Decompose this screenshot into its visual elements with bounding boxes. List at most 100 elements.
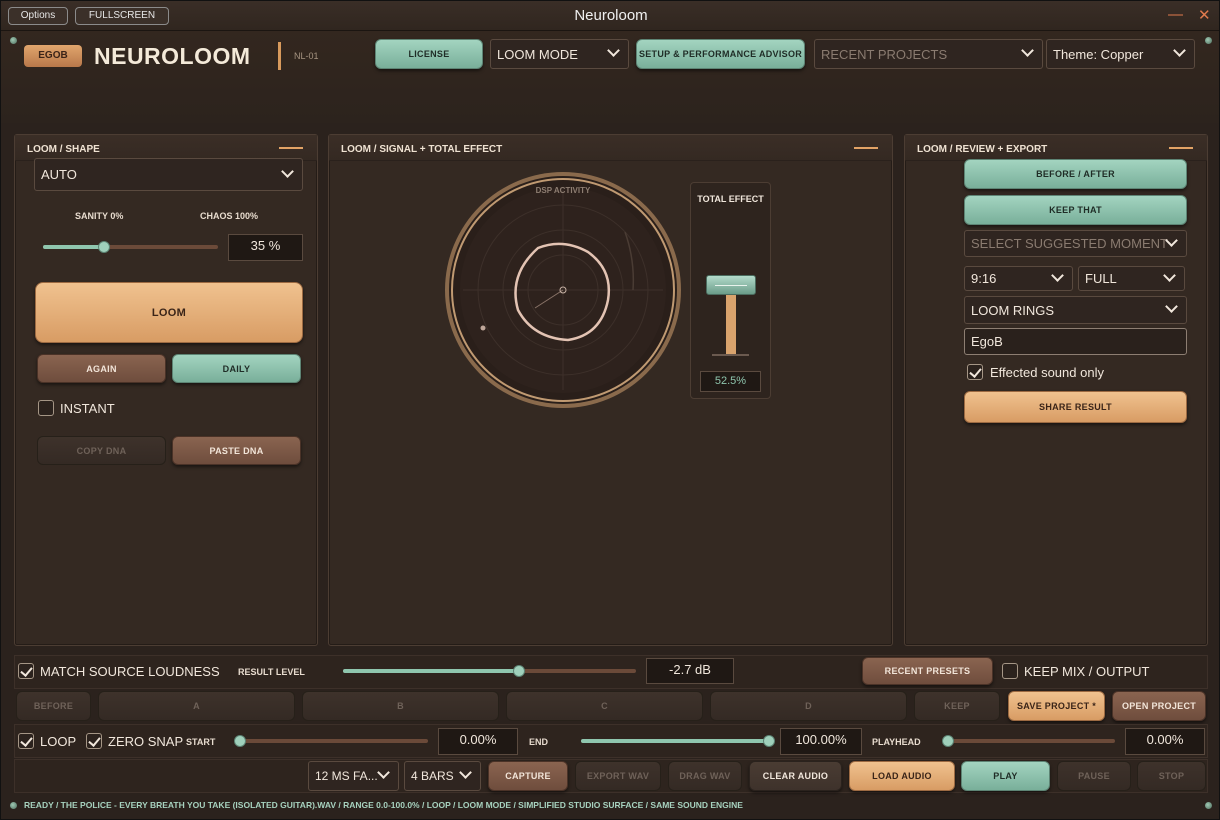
playhead-value[interactable]: 0.00% — [1125, 728, 1205, 755]
result-level-knob[interactable] — [512, 665, 525, 677]
slot-a-button[interactable]: A — [98, 691, 295, 721]
theme-select[interactable]: Theme: Copper — [1046, 39, 1195, 69]
drag-wav-button[interactable]: DRAG WAV — [668, 761, 742, 791]
mode-select[interactable]: LOOM MODE — [490, 39, 629, 69]
panel-header: LOOM / SIGNAL + TOTAL EFFECT — [329, 135, 892, 161]
aspect-value: 9:16 — [971, 271, 997, 286]
panel-title: LOOM / SHAPE — [27, 144, 100, 155]
mode-select-value: LOOM MODE — [497, 46, 578, 62]
end-label: END — [529, 737, 549, 747]
size-select[interactable]: FULL — [1078, 266, 1185, 291]
clear-audio-button[interactable]: CLEAR AUDIO — [749, 761, 842, 791]
end-slider[interactable] — [581, 735, 775, 747]
size-value: FULL — [1085, 271, 1117, 286]
chevron-down-icon — [1172, 44, 1186, 58]
chevron-down-icon — [280, 165, 294, 179]
keep-that-button[interactable]: KEEP THAT — [964, 195, 1187, 225]
capture-button[interactable]: CAPTURE — [488, 761, 568, 791]
effected-only-label: Effected sound only — [990, 365, 1104, 380]
end-value[interactable]: 100.00% — [780, 728, 862, 755]
total-effect-value: 52.5% — [700, 371, 761, 392]
export-wav-button[interactable]: EXPORT WAV — [575, 761, 661, 791]
slot-b-button[interactable]: B — [302, 691, 499, 721]
end-slider-knob[interactable] — [763, 735, 775, 747]
loom-button[interactable]: LOOM — [35, 282, 303, 343]
close-icon[interactable]: ✕ — [1198, 6, 1211, 24]
start-label: START — [186, 737, 216, 747]
loop-checkbox[interactable] — [18, 733, 34, 749]
chevron-down-icon — [1164, 300, 1178, 314]
chaos-value-field[interactable]: 35 % — [228, 234, 303, 261]
playhead-slider[interactable] — [942, 735, 1115, 747]
visual-select[interactable]: LOOM RINGS — [964, 296, 1187, 324]
total-effect-fader-knob[interactable] — [706, 275, 756, 296]
brand-divider — [278, 42, 281, 70]
shape-mode-select[interactable]: AUTO — [34, 158, 303, 191]
paste-dna-button[interactable]: PASTE DNA — [172, 436, 301, 465]
slot-before-button[interactable]: BEFORE — [16, 691, 91, 721]
total-effect-fader[interactable] — [706, 223, 756, 354]
keep-mix-checkbox[interactable] — [1002, 663, 1018, 679]
chaos-slider[interactable] — [43, 241, 218, 253]
shape-panel: LOOM / SHAPE — [14, 134, 318, 646]
rivet-icon — [1205, 37, 1212, 44]
daily-button[interactable]: DAILY — [172, 354, 301, 383]
open-project-button[interactable]: OPEN PROJECT — [1112, 691, 1206, 721]
chevron-down-icon — [1164, 234, 1178, 248]
chevron-down-icon — [376, 766, 390, 780]
match-loudness-checkbox[interactable] — [18, 663, 34, 679]
chaos-slider-fill — [43, 245, 105, 249]
result-level-value[interactable]: -2.7 dB — [646, 658, 734, 684]
suggested-moment-select[interactable]: SELECT SUGGESTED MOMENT — [964, 230, 1187, 257]
chaos-label: CHAOS 100% — [200, 211, 259, 221]
advisor-button[interactable]: SETUP & PERFORMANCE ADVISOR — [636, 39, 805, 69]
panel-collapse-button[interactable] — [1169, 147, 1193, 149]
load-audio-button[interactable]: LOAD AUDIO — [849, 761, 955, 791]
name-input[interactable]: EgoB — [964, 328, 1187, 355]
window-title: Neuroloom — [574, 7, 648, 24]
dsp-activity-label: DSP ACTIVITY — [535, 186, 591, 195]
zero-snap-checkbox[interactable] — [86, 733, 102, 749]
app-window: Options FULLSCREEN Neuroloom — ✕ EGOB NE… — [0, 0, 1220, 820]
copy-dna-button[interactable]: COPY DNA — [37, 436, 166, 465]
keep-slot-button[interactable]: KEEP — [914, 691, 1000, 721]
brand-title: NEUROLOOM — [94, 43, 251, 69]
save-project-button[interactable]: SAVE PROJECT * — [1008, 691, 1105, 721]
chevron-down-icon — [1162, 269, 1176, 283]
start-value[interactable]: 0.00% — [438, 728, 518, 755]
share-result-button[interactable]: SHARE RESULT — [964, 391, 1187, 423]
panel-collapse-button[interactable] — [279, 147, 303, 149]
bars-select[interactable]: 4 BARS — [404, 761, 481, 791]
stop-button[interactable]: STOP — [1137, 761, 1206, 791]
playhead-slider-knob[interactable] — [942, 735, 954, 747]
start-slider[interactable] — [234, 735, 428, 747]
chevron-down-icon — [1050, 269, 1064, 283]
pause-button[interactable]: PAUSE — [1057, 761, 1131, 791]
chevron-down-icon — [606, 44, 620, 58]
name-input-value: EgoB — [971, 334, 1003, 349]
result-level-label: RESULT LEVEL — [238, 667, 305, 677]
panel-collapse-button[interactable] — [854, 147, 878, 149]
dsp-activity-scope — [445, 172, 681, 408]
slot-d-button[interactable]: D — [710, 691, 907, 721]
play-button[interactable]: PLAY — [961, 761, 1050, 791]
minimize-icon[interactable]: — — [1168, 6, 1183, 23]
match-loudness-label: MATCH SOURCE LOUDNESS — [40, 664, 220, 679]
license-button[interactable]: LICENSE — [375, 39, 483, 69]
effected-only-checkbox[interactable] — [967, 364, 983, 380]
title-bar: Options FULLSCREEN Neuroloom — ✕ — [1, 1, 1219, 31]
loop-label: LOOP — [40, 734, 77, 749]
result-level-slider[interactable] — [343, 665, 636, 677]
total-effect-base — [712, 354, 749, 356]
recent-projects-select[interactable]: RECENT PROJECTS — [814, 39, 1043, 69]
start-slider-knob[interactable] — [234, 735, 246, 747]
fade-select[interactable]: 12 MS FA... — [308, 761, 399, 791]
slot-c-button[interactable]: C — [506, 691, 703, 721]
recent-presets-button[interactable]: RECENT PRESETS — [862, 657, 993, 685]
again-button[interactable]: AGAIN — [37, 354, 166, 383]
before-after-button[interactable]: BEFORE / AFTER — [964, 159, 1187, 189]
instant-checkbox[interactable] — [38, 400, 54, 416]
rivet-icon — [1205, 802, 1212, 809]
aspect-select[interactable]: 9:16 — [964, 266, 1073, 291]
panel-title: LOOM / SIGNAL + TOTAL EFFECT — [341, 144, 503, 155]
